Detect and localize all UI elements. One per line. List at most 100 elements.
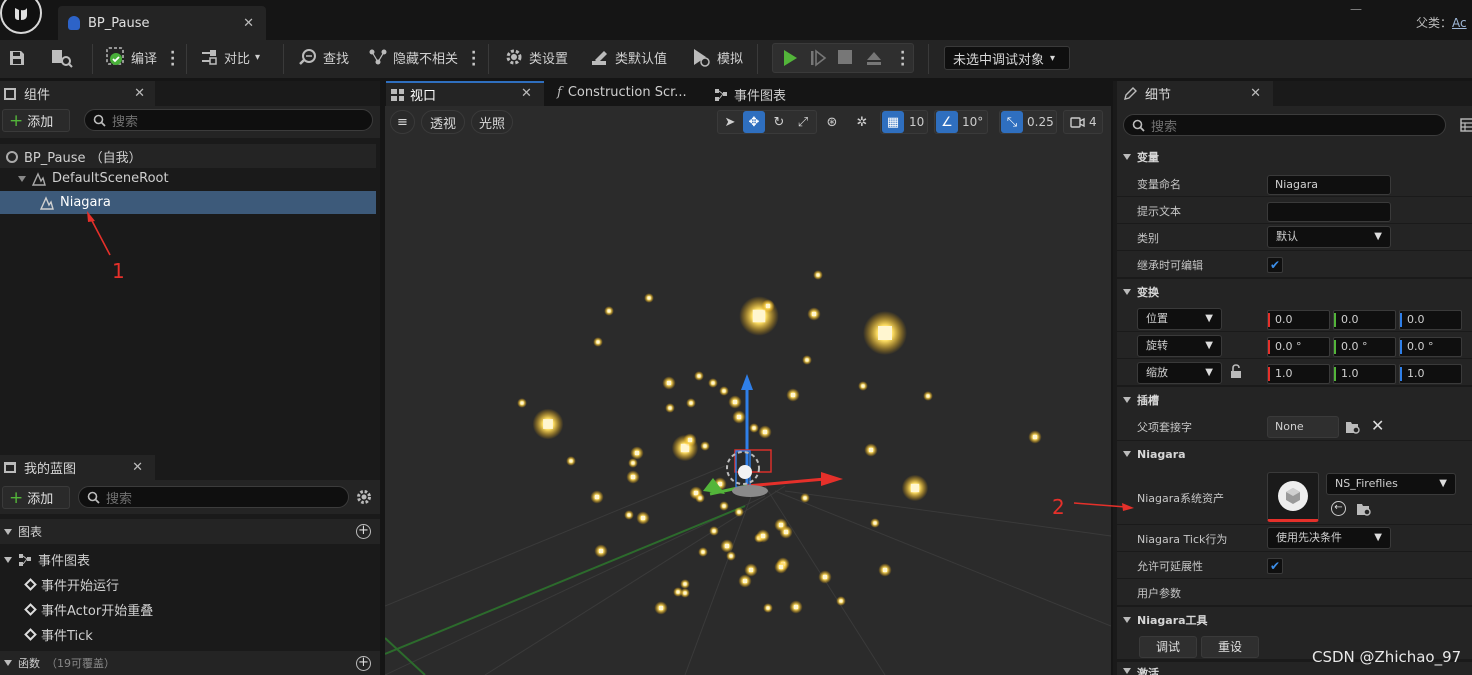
scale-tool-icon[interactable]: ⤢: [792, 111, 814, 133]
scale-mode-select[interactable]: 缩放 ▼: [1137, 362, 1222, 384]
my-blueprint-tab[interactable]: 我的蓝图 ✕: [0, 455, 155, 480]
event-graph-tab[interactable]: 事件图表: [714, 85, 786, 104]
surface-snap-icon[interactable]: ✲: [851, 111, 873, 133]
construction-script-tab[interactable]: f Construction Scr...: [557, 85, 687, 100]
debug-button[interactable]: 调试: [1139, 636, 1197, 658]
scalability-checkbox[interactable]: ✔: [1267, 558, 1283, 574]
variable-name-field[interactable]: Niagara: [1267, 175, 1391, 195]
grid-snap-icon[interactable]: ▦: [882, 111, 904, 133]
restore-icon[interactable]: —: [1350, 2, 1362, 16]
tree-item-self[interactable]: BP_Pause （自我）: [6, 147, 142, 166]
viewport[interactable]: [385, 106, 1111, 675]
scale-y-field[interactable]: 1.0: [1333, 364, 1396, 384]
scale-snap-icon[interactable]: ⤡: [1001, 111, 1023, 133]
camera-speed-button[interactable]: 4: [1063, 110, 1103, 134]
find-button[interactable]: 查找: [298, 47, 349, 67]
components-tab[interactable]: 组件 ✕: [0, 81, 155, 106]
location-z-field[interactable]: 0.0: [1399, 310, 1462, 330]
hide-unrelated-options-icon[interactable]: · · ·: [471, 50, 476, 68]
rotation-mode-select[interactable]: 旋转 ▼: [1137, 335, 1222, 357]
perspective-button[interactable]: 透视: [421, 110, 465, 134]
functions-section[interactable]: 函数 （19可覆盖）: [0, 651, 380, 675]
class-settings-button[interactable]: 类设置: [504, 47, 568, 67]
editable-checkbox[interactable]: ✔: [1267, 257, 1283, 273]
hide-unrelated-button[interactable]: 隐藏不相关: [368, 47, 458, 67]
scale-z-field[interactable]: 1.0: [1399, 364, 1462, 384]
lock-icon[interactable]: [1229, 364, 1243, 379]
gear-icon[interactable]: [355, 488, 373, 506]
details-search-input[interactable]: 搜索: [1123, 114, 1446, 136]
niagara-asset-thumbnail[interactable]: [1267, 472, 1319, 522]
niagara-section[interactable]: Niagara: [1117, 441, 1472, 467]
variable-section[interactable]: 变量: [1117, 144, 1472, 170]
rotation-x-field[interactable]: 0.0 °: [1267, 337, 1330, 357]
location-x-field[interactable]: 0.0: [1267, 310, 1330, 330]
browse-asset-icon[interactable]: [1356, 501, 1372, 517]
find-label: 查找: [323, 48, 349, 67]
add-function-icon[interactable]: +: [356, 656, 371, 671]
sockets-section[interactable]: 插槽: [1117, 387, 1472, 413]
niagara-utilities-section[interactable]: Niagara工具: [1117, 607, 1472, 633]
category-select[interactable]: 默认 ▼: [1267, 226, 1391, 248]
tooltip-field[interactable]: [1267, 202, 1391, 222]
my-blueprint-search-input[interactable]: 搜索: [78, 486, 349, 508]
eject-icon[interactable]: [864, 48, 884, 68]
class-defaults-button[interactable]: 类默认值: [590, 47, 667, 67]
components-search-input[interactable]: 搜索: [84, 109, 373, 131]
parent-socket-value[interactable]: None: [1267, 416, 1339, 438]
add-component-button[interactable]: + 添加: [2, 109, 70, 132]
save-icon[interactable]: [8, 49, 26, 67]
niagara-asset-select[interactable]: NS_Fireflies ▼: [1326, 473, 1456, 495]
transform-section[interactable]: 变换: [1117, 279, 1472, 305]
move-tool-icon[interactable]: ✥: [743, 111, 765, 133]
select-tool-icon[interactable]: ➤: [719, 111, 741, 133]
use-selected-asset-icon[interactable]: ←: [1331, 501, 1346, 516]
location-mode-select[interactable]: 位置 ▼: [1137, 308, 1222, 330]
lit-button[interactable]: 光照: [471, 110, 513, 134]
close-components-icon[interactable]: ✕: [134, 86, 145, 101]
close-details-icon[interactable]: ✕: [1250, 86, 1261, 101]
event-item-actor-overlap[interactable]: 事件Actor开始重叠: [26, 600, 153, 619]
close-my-blueprint-icon[interactable]: ✕: [132, 460, 143, 475]
scale-x-field[interactable]: 1.0: [1267, 364, 1330, 384]
close-viewport-tab-icon[interactable]: ✕: [521, 86, 532, 101]
event-item-begin-play[interactable]: 事件开始运行: [26, 575, 119, 594]
tooltip-row: 提示文本: [1117, 197, 1472, 224]
asset-tab[interactable]: BP_Pause ✕: [58, 6, 266, 40]
rotation-snap-icon[interactable]: ∠: [936, 111, 958, 133]
reset-button[interactable]: 重设: [1201, 636, 1259, 658]
details-tab[interactable]: 细节 ✕: [1117, 81, 1273, 106]
simulate-button[interactable]: 模拟: [690, 47, 743, 67]
graphs-section[interactable]: 图表: [0, 519, 380, 544]
stop-icon[interactable]: [838, 50, 852, 64]
clear-socket-icon[interactable]: ✕: [1371, 416, 1384, 435]
play-icon[interactable]: [780, 48, 800, 68]
world-local-icon[interactable]: ⊛: [821, 111, 843, 133]
property-matrix-icon[interactable]: [1460, 118, 1472, 132]
user-params-row[interactable]: 用户参数: [1117, 579, 1472, 606]
viewport-menu-button[interactable]: ≡: [390, 110, 415, 134]
browse-socket-icon[interactable]: [1345, 419, 1361, 435]
grid-snap-value[interactable]: 10: [909, 115, 924, 129]
rotation-z-field[interactable]: 0.0 °: [1399, 337, 1462, 357]
compile-options-icon[interactable]: · · ·: [170, 50, 175, 68]
browse-icon[interactable]: [50, 48, 74, 68]
parent-class-link[interactable]: Ac: [1452, 16, 1467, 30]
rotation-snap-value[interactable]: 10°: [962, 115, 983, 129]
niagara-tick-select[interactable]: 使用先决条件 ▼: [1267, 527, 1391, 549]
tree-item-default-scene-root[interactable]: DefaultSceneRoot: [18, 171, 169, 186]
step-icon[interactable]: [808, 48, 828, 68]
event-item-tick[interactable]: 事件Tick: [26, 625, 93, 644]
scale-snap-value[interactable]: 0.25: [1027, 115, 1054, 129]
rotate-tool-icon[interactable]: ↻: [768, 111, 790, 133]
location-y-field[interactable]: 0.0: [1333, 310, 1396, 330]
debug-object-select[interactable]: 未选中调试对象 ▾: [944, 46, 1070, 70]
play-options-icon[interactable]: · · ·: [900, 50, 905, 68]
event-graph-item[interactable]: 事件图表: [4, 550, 90, 569]
diff-button[interactable]: 对比 ▾: [199, 47, 260, 67]
add-blueprint-member-button[interactable]: + 添加: [2, 486, 70, 509]
close-tab-icon[interactable]: ✕: [243, 16, 254, 31]
add-graph-icon[interactable]: +: [356, 524, 371, 539]
rotation-y-field[interactable]: 0.0 °: [1333, 337, 1396, 357]
compile-button[interactable]: 编译: [106, 47, 157, 67]
